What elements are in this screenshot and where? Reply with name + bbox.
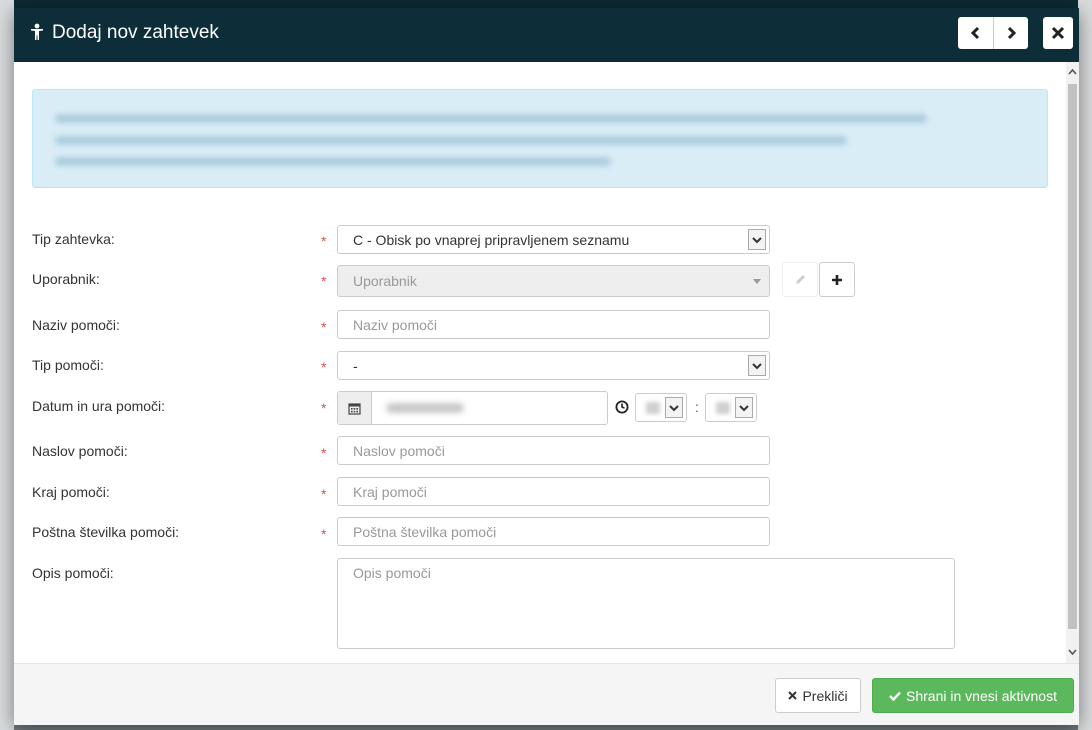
request-type-label: Tip zahtevka: (32, 231, 115, 247)
help-city-input[interactable] (337, 477, 770, 506)
row-help-name: Naziv pomoči: * (14, 310, 1066, 340)
row-request-type: Tip zahtevka: * C - Obisk po vnaprej pri… (14, 225, 1066, 255)
request-type-select[interactable]: C - Obisk po vnaprej pripravljenem sezna… (337, 225, 770, 254)
edit-user-button[interactable] (782, 262, 818, 297)
chevron-down-icon (748, 229, 766, 250)
chevron-left-icon (970, 26, 979, 40)
blurred-date-value (386, 403, 464, 413)
modal-header: Dodaj nov zahtevek (14, 8, 1079, 62)
help-date-input[interactable] (337, 391, 608, 425)
modal-body: Tip zahtevka: * C - Obisk po vnaprej pri… (14, 62, 1066, 663)
modal-title: Dodaj nov zahtevek (30, 22, 219, 44)
required-marker: * (321, 400, 327, 416)
help-description-label: Opis pomoči: (32, 565, 114, 581)
clock-icon (615, 400, 629, 417)
user-placeholder: Uporabnik (353, 273, 417, 289)
save-and-add-activity-button[interactable]: Shrani in vnesi aktivnost (872, 678, 1074, 713)
times-icon (788, 691, 798, 700)
row-help-address: Naslov pomoči: * (14, 436, 1066, 466)
required-marker: * (321, 445, 327, 461)
blurred-text-line (55, 136, 847, 145)
cancel-button-label: Prekliči (802, 687, 848, 704)
background-page-left (0, 0, 14, 730)
scroll-up-icon[interactable] (1068, 66, 1077, 78)
required-marker: * (321, 486, 327, 502)
modal-footer: Prekliči Shrani in vnesi aktivnost (14, 663, 1079, 725)
close-button[interactable] (1043, 17, 1073, 49)
blurred-text-line (55, 157, 611, 166)
save-button-label: Shrani in vnesi aktivnost (906, 687, 1057, 704)
chevron-right-icon (1007, 26, 1016, 40)
required-marker: * (321, 233, 327, 249)
help-type-select[interactable]: - (337, 351, 770, 380)
request-type-value: C - Obisk po vnaprej pripravljenem sezna… (353, 232, 630, 248)
help-city-label: Kraj pomoči: (32, 484, 110, 500)
figure-icon (30, 23, 46, 43)
close-icon (1051, 26, 1065, 40)
help-address-label: Naslov pomoči: (32, 443, 128, 459)
help-address-input[interactable] (337, 436, 770, 465)
check-icon (889, 691, 901, 701)
pencil-icon (796, 274, 805, 284)
required-marker: * (321, 273, 327, 289)
previous-button[interactable] (959, 17, 993, 49)
help-name-label: Naziv pomoči: (32, 317, 120, 333)
minute-select[interactable] (705, 393, 757, 422)
row-help-type: Tip pomoči: * - (14, 351, 1066, 381)
time-separator: : (695, 399, 699, 415)
cancel-button[interactable]: Prekliči (775, 678, 861, 713)
background-page-right (1078, 0, 1092, 730)
add-user-button[interactable] (819, 262, 855, 297)
info-alert (32, 89, 1048, 188)
help-datetime-label: Datum in ura pomoči: (32, 398, 166, 414)
help-postal-label: Poštna številka pomoči: (32, 524, 180, 540)
blurred-text-line (55, 114, 927, 123)
plus-icon (832, 274, 842, 285)
modal-title-text: Dodaj nov zahtevek (52, 22, 219, 43)
required-marker: * (321, 319, 327, 335)
blurred-minute-value (716, 402, 730, 414)
scroll-thumb[interactable] (1068, 84, 1077, 629)
row-help-description: Opis pomoči: (14, 558, 1066, 650)
calendar-icon[interactable] (338, 392, 372, 424)
row-help-postal: Poštna številka pomoči: * (14, 517, 1066, 547)
add-request-modal: Dodaj nov zahtevek Tip zahtevka: * C - O… (14, 8, 1079, 725)
row-help-datetime: Datum in ura pomoči: *: (14, 391, 1066, 427)
chevron-down-icon (735, 397, 753, 418)
required-marker: * (321, 359, 327, 375)
user-label: Uporabnik: (32, 271, 100, 287)
help-type-value: - (353, 358, 358, 374)
required-marker: * (321, 526, 327, 542)
next-button[interactable] (994, 17, 1028, 49)
help-postal-input[interactable] (337, 517, 770, 546)
help-type-label: Tip pomoči: (32, 357, 104, 373)
body-scrollbar[interactable] (1066, 62, 1079, 663)
help-name-input[interactable] (337, 310, 770, 339)
chevron-down-icon (665, 397, 683, 418)
row-user: Uporabnik: * Uporabnik (14, 262, 1066, 301)
blurred-hour-value (646, 402, 660, 414)
hour-select[interactable] (635, 393, 687, 422)
background-topbar (0, 0, 1092, 8)
row-help-city: Kraj pomoči: * (14, 477, 1066, 507)
record-navigation (958, 17, 1028, 49)
help-description-textarea[interactable] (337, 558, 955, 649)
user-select[interactable]: Uporabnik (337, 265, 770, 297)
caret-down-icon (748, 271, 766, 292)
chevron-down-icon (748, 355, 766, 376)
scroll-down-icon[interactable] (1068, 646, 1077, 658)
